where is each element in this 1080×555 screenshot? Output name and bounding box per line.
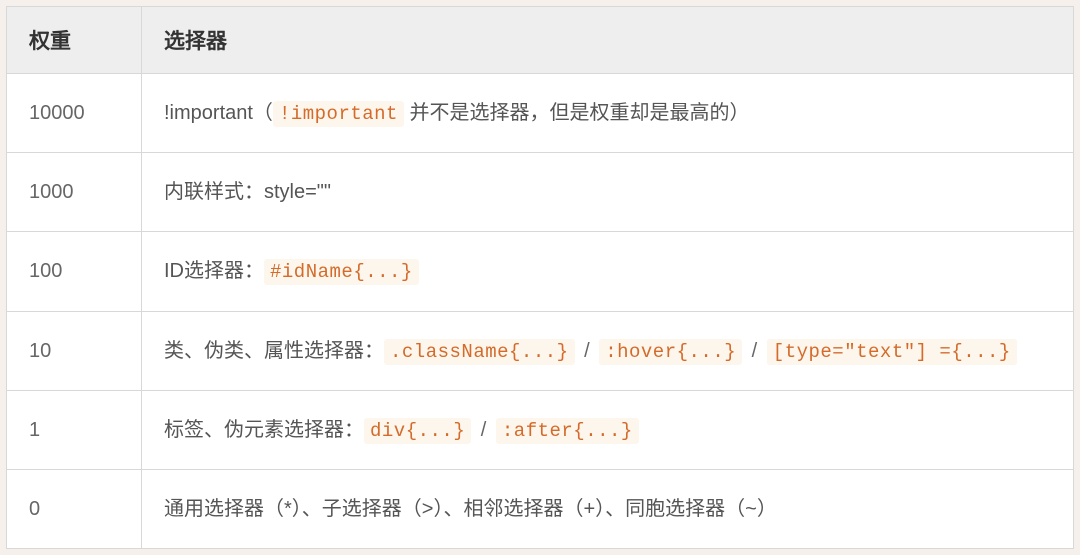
separator: / [471,419,496,441]
table-row: 1 标签、伪元素选择器：div{...} / :after{...} [7,390,1074,469]
selector-cell: 类、伪类、属性选择器：.className{...} / :hover{...}… [142,311,1074,390]
selector-cell: 内联样式：style="" [142,153,1074,232]
weight-cell: 1 [7,390,142,469]
weight-cell: 0 [7,470,142,549]
table-header-row: 权重 选择器 [7,7,1074,74]
table-row: 10 类、伪类、属性选择器：.className{...} / :hover{.… [7,311,1074,390]
table-row: 1000 内联样式：style="" [7,153,1074,232]
selector-cell: 标签、伪元素选择器：div{...} / :after{...} [142,390,1074,469]
code-snippet: :after{...} [496,418,639,444]
text-prefix: 标签、伪元素选择器： [164,419,364,441]
code-snippet: .className{...} [384,339,575,365]
header-selector: 选择器 [142,7,1074,74]
code-snippet: div{...} [364,418,471,444]
selector-cell: ID选择器：#idName{...} [142,232,1074,311]
weight-cell: 1000 [7,153,142,232]
separator: / [742,340,767,362]
selector-cell: !important（!important 并不是选择器，但是权重却是最高的） [142,74,1074,153]
text-prefix: 类、伪类、属性选择器： [164,340,384,362]
code-snippet: :hover{...} [599,339,742,365]
code-snippet: !important [273,101,404,127]
code-snippet: [type="text"] ={...} [767,339,1017,365]
table-row: 0 通用选择器（*）、子选择器（>）、相邻选择器（+）、同胞选择器（~） [7,470,1074,549]
weight-cell: 100 [7,232,142,311]
separator: / [575,340,600,362]
text-suffix: 并不是选择器，但是权重却是最高的） [404,102,750,124]
code-snippet: #idName{...} [264,259,419,285]
table-row: 10000 !important（!important 并不是选择器，但是权重却… [7,74,1074,153]
css-specificity-table: 权重 选择器 10000 !important（!important 并不是选择… [6,6,1074,549]
weight-cell: 10 [7,311,142,390]
table-row: 100 ID选择器：#idName{...} [7,232,1074,311]
header-weight: 权重 [7,7,142,74]
text-prefix: ID选择器： [164,260,264,282]
text-prefix: !important（ [164,102,273,124]
selector-cell: 通用选择器（*）、子选择器（>）、相邻选择器（+）、同胞选择器（~） [142,470,1074,549]
weight-cell: 10000 [7,74,142,153]
